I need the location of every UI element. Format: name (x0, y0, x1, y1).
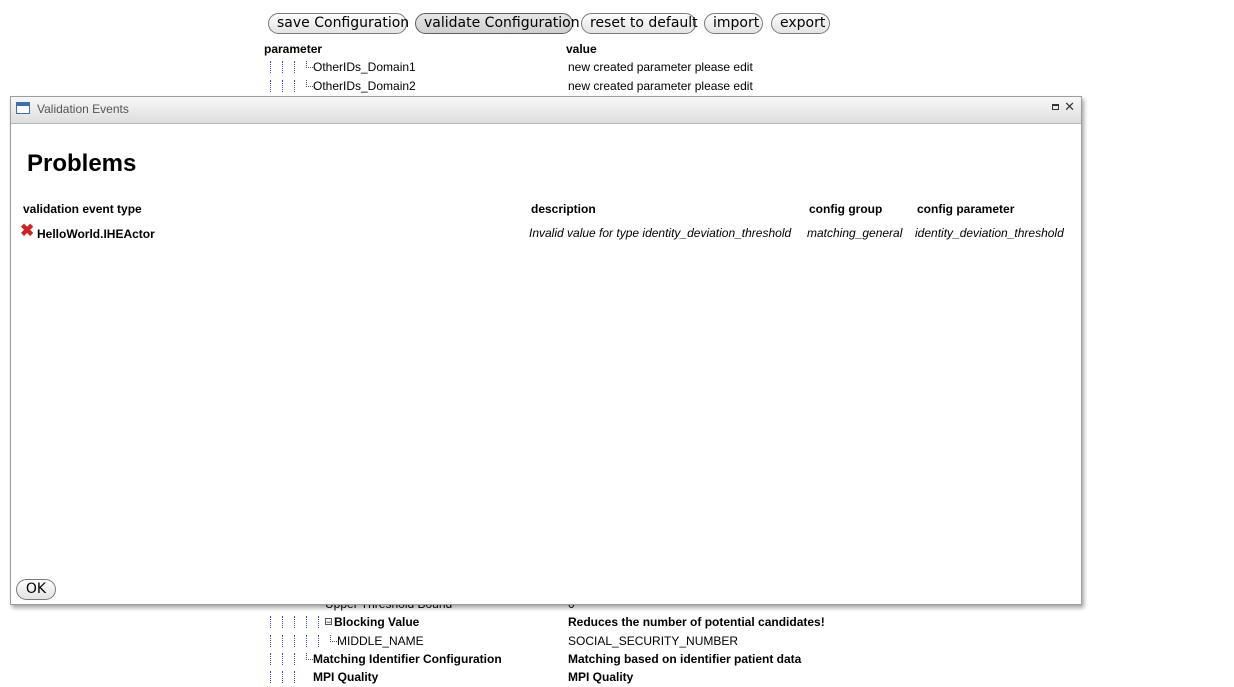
dialog-title: Validation Events (37, 102, 129, 116)
window-icon (16, 102, 30, 114)
tree-row[interactable]: MIDDLE_NAME SOCIAL_SECURITY_NUMBER (0, 633, 1234, 651)
event-description: Invalid value for type identity_deviatio… (529, 226, 792, 240)
tree-row[interactable]: OtherIDs_Domain2 new created parameter p… (0, 78, 1234, 96)
export-button[interactable]: export (771, 13, 830, 34)
parameter-name: OtherIDs_Domain2 (313, 79, 416, 93)
parameter-value[interactable]: new created parameter please edit (568, 79, 753, 93)
parameter-value: Matching based on identifier patient dat… (568, 652, 802, 666)
value-column-header: value (566, 42, 597, 56)
problems-heading: Problems (27, 150, 137, 177)
error-x-icon: ✖ (20, 221, 35, 240)
reset-to-default-button[interactable]: reset to default (581, 13, 698, 34)
parameter-name: OtherIDs_Domain1 (313, 60, 416, 74)
parameter-name: Matching Identifier Configuration (313, 652, 502, 666)
tree-row[interactable]: OtherIDs_Domain1 new created parameter p… (0, 59, 1234, 77)
parameter-name: Blocking Value (334, 615, 420, 629)
parameter-column-header: parameter (264, 42, 323, 56)
parameter-name: MIDDLE_NAME (337, 634, 424, 648)
validate-configuration-button[interactable]: validate Configuration (415, 13, 580, 34)
parameter-value: Reduces the number of potential candidat… (568, 615, 825, 629)
event-config-group: matching_general (807, 226, 903, 240)
description-column-header: description (531, 202, 596, 216)
import-button[interactable]: import (704, 13, 763, 34)
parameter-value: MPI Quality (568, 670, 634, 684)
collapse-icon[interactable]: − (325, 618, 332, 627)
save-configuration-button[interactable]: save Configuration (268, 13, 409, 34)
tree-row[interactable]: MPI Quality MPI Quality (0, 669, 1234, 687)
event-type-column-header: validation event type (23, 202, 142, 216)
validation-events-dialog: Validation Events ✕ Problems validation … (10, 96, 1082, 605)
event-type: HelloWorld.IHEActor (37, 227, 155, 241)
dialog-titlebar[interactable]: Validation Events ✕ (11, 97, 1081, 124)
parameter-value[interactable]: SOCIAL_SECURITY_NUMBER (568, 634, 738, 648)
close-icon[interactable]: ✕ (1064, 100, 1075, 114)
config-group-column-header: config group (809, 202, 883, 216)
config-parameter-column-header: config parameter (917, 202, 1015, 216)
maximize-icon[interactable] (1052, 104, 1059, 110)
parameter-value[interactable]: new created parameter please edit (568, 60, 753, 74)
ok-button[interactable]: OK (16, 579, 56, 600)
tree-row[interactable]: − Blocking Value Reduces the number of p… (0, 614, 1234, 632)
parameter-name: MPI Quality (313, 670, 379, 684)
tree-row[interactable]: Matching Identifier Configuration Matchi… (0, 651, 1234, 669)
event-config-parameter: identity_deviation_threshold (915, 226, 1064, 240)
